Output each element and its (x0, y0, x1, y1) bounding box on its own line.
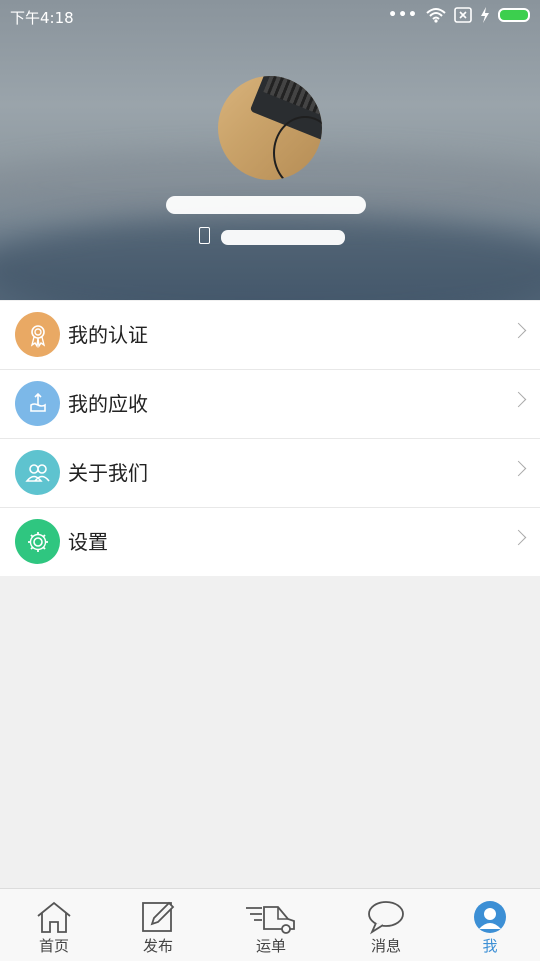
chevron-right-icon (510, 529, 527, 546)
menu-item-label: 设置 (68, 530, 108, 554)
tab-waybill[interactable]: 运单 (217, 889, 325, 961)
receivable-icon (15, 381, 60, 426)
phone-icon (199, 227, 210, 244)
status-icons: ••• (388, 7, 530, 23)
tab-messages[interactable]: 消息 (332, 889, 440, 961)
charging-icon (481, 7, 489, 23)
tab-label: 消息 (370, 937, 401, 955)
gear-icon (15, 519, 60, 564)
menu-item-label: 我的认证 (68, 323, 148, 347)
tab-label: 运单 (255, 937, 286, 955)
truck-icon (246, 906, 295, 934)
menu-item-settings[interactable]: 设置 (0, 508, 540, 576)
tab-me[interactable]: 我 (436, 889, 540, 961)
menu-item-label: 关于我们 (68, 461, 148, 485)
menu-item-about-us[interactable]: 关于我们 (0, 439, 540, 508)
user-phone-redacted (221, 230, 345, 245)
sim-missing-icon (454, 7, 472, 23)
menu-item-label: 我的应收 (68, 392, 148, 416)
background-mountain (0, 215, 540, 300)
chat-icon (368, 901, 404, 935)
tab-publish[interactable]: 发布 (104, 889, 212, 961)
tab-label: 首页 (38, 937, 69, 955)
chevron-right-icon (510, 460, 527, 477)
bottom-tab-bar: 首页 发布 运单 消息 我 (0, 888, 540, 961)
status-bar: 下午4:18 ••• (0, 0, 540, 32)
wifi-icon (426, 8, 446, 23)
menu-item-receivables[interactable]: 我的应收 (0, 370, 540, 439)
chevron-right-icon (510, 322, 527, 339)
more-dots-icon: ••• (388, 7, 418, 23)
certificate-icon (15, 312, 60, 357)
chevron-right-icon (510, 391, 527, 408)
tab-label: 我 (482, 937, 498, 955)
home-icon (37, 901, 71, 933)
user-name-redacted (166, 196, 366, 214)
battery-icon (498, 8, 530, 22)
people-icon (15, 450, 60, 495)
avatar[interactable] (218, 76, 322, 180)
status-time: 下午4:18 (10, 9, 74, 27)
menu-item-certification[interactable]: 我的认证 (0, 301, 540, 370)
profile-menu: 我的认证 我的应收 关于我们 设置 (0, 301, 540, 576)
edit-icon (142, 901, 175, 932)
profile-header: 下午4:18 ••• (0, 0, 540, 300)
tab-home[interactable]: 首页 (0, 889, 108, 961)
user-icon (474, 901, 506, 933)
tab-label: 发布 (142, 937, 173, 955)
